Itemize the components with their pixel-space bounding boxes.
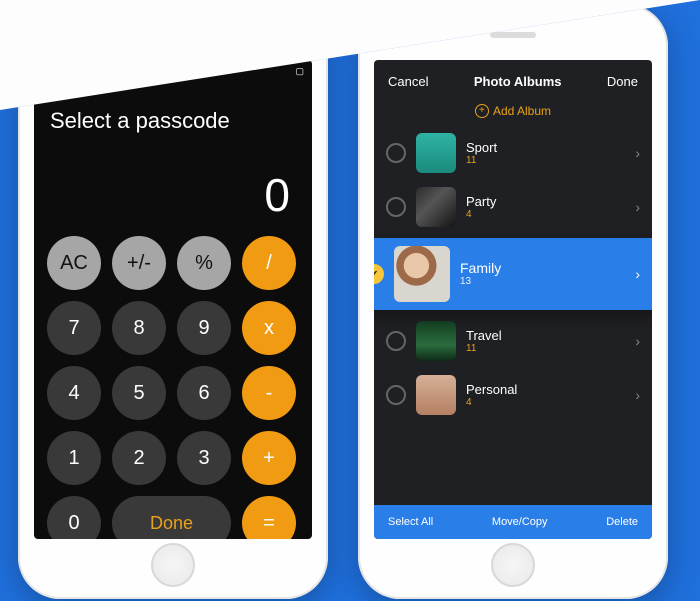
plus-icon: + bbox=[475, 104, 489, 118]
album-count: 4 bbox=[466, 209, 635, 221]
status-bar: Carrier ᯼ 10:29 AM ▢ bbox=[34, 60, 312, 80]
album-meta: Travel11 bbox=[466, 328, 635, 355]
select-all-button[interactable]: Select All bbox=[388, 516, 433, 528]
album-thumb bbox=[416, 321, 456, 361]
stage: Carrier ᯼ 10:29 AM ▢ Select a passcode 0… bbox=[0, 0, 700, 601]
select-radio[interactable] bbox=[374, 264, 384, 284]
home-button[interactable] bbox=[491, 543, 535, 587]
key-subtract[interactable]: - bbox=[242, 366, 296, 420]
key-ac[interactable]: AC bbox=[47, 236, 101, 290]
nav-title: Photo Albums bbox=[474, 74, 562, 89]
add-album-button[interactable]: + Add Album bbox=[374, 96, 652, 126]
key-1[interactable]: 1 bbox=[47, 431, 101, 485]
album-meta: Party4 bbox=[466, 194, 635, 221]
calculator-screen: Carrier ᯼ 10:29 AM ▢ Select a passcode 0… bbox=[34, 60, 312, 539]
album-row-party[interactable]: Party4› bbox=[374, 180, 652, 234]
key-done[interactable]: Done bbox=[112, 496, 231, 539]
key-multiply[interactable]: x bbox=[242, 301, 296, 355]
album-name: Family bbox=[460, 261, 635, 276]
album-meta: Sport11 bbox=[466, 140, 635, 167]
album-name: Sport bbox=[466, 140, 635, 155]
chevron-right-icon: › bbox=[635, 387, 640, 403]
status-carrier: Carrier ᯼ bbox=[42, 65, 82, 78]
key-2[interactable]: 2 bbox=[112, 431, 166, 485]
album-name: Personal bbox=[466, 382, 635, 397]
status-time: 10:29 AM bbox=[34, 66, 312, 76]
chevron-right-icon: › bbox=[635, 145, 640, 161]
album-count: 11 bbox=[466, 155, 635, 167]
key-5[interactable]: 5 bbox=[112, 366, 166, 420]
album-count: 4 bbox=[466, 397, 635, 409]
chevron-right-icon: › bbox=[635, 199, 640, 215]
album-list: Sport11›Party4›Family13›Travel11›Persona… bbox=[374, 126, 652, 505]
nav-done[interactable]: Done bbox=[607, 74, 638, 89]
albums-bottom-bar: Select All Move/Copy Delete bbox=[374, 505, 652, 539]
select-radio[interactable] bbox=[386, 331, 406, 351]
key-3[interactable]: 3 bbox=[177, 431, 231, 485]
select-radio[interactable] bbox=[386, 197, 406, 217]
album-name: Travel bbox=[466, 328, 635, 343]
key-percent[interactable]: % bbox=[177, 236, 231, 290]
album-count: 13 bbox=[460, 276, 635, 288]
album-row-family[interactable]: Family13› bbox=[374, 238, 652, 310]
key-6[interactable]: 6 bbox=[177, 366, 231, 420]
album-thumb bbox=[416, 375, 456, 415]
album-meta: Personal4 bbox=[466, 382, 635, 409]
key-9[interactable]: 9 bbox=[177, 301, 231, 355]
album-row-sport[interactable]: Sport11› bbox=[374, 126, 652, 180]
key-0[interactable]: 0 bbox=[47, 496, 101, 539]
select-radio[interactable] bbox=[386, 385, 406, 405]
album-thumb bbox=[416, 133, 456, 173]
keypad: AC +/- % / 7 8 9 x 4 5 6 - 1 2 3 + 0 Don… bbox=[34, 230, 312, 539]
key-add[interactable]: + bbox=[242, 431, 296, 485]
album-count: 11 bbox=[466, 343, 635, 355]
passcode-display: 0 bbox=[34, 138, 312, 230]
album-row-personal[interactable]: Personal4› bbox=[374, 368, 652, 422]
album-row-travel[interactable]: Travel11› bbox=[374, 314, 652, 368]
add-album-label: Add Album bbox=[493, 104, 551, 118]
key-7[interactable]: 7 bbox=[47, 301, 101, 355]
key-plusminus[interactable]: +/- bbox=[112, 236, 166, 290]
move-copy-button[interactable]: Move/Copy bbox=[492, 516, 548, 528]
key-divide[interactable]: / bbox=[242, 236, 296, 290]
key-8[interactable]: 8 bbox=[112, 301, 166, 355]
home-button[interactable] bbox=[151, 543, 195, 587]
album-thumb bbox=[394, 246, 450, 302]
select-radio[interactable] bbox=[386, 143, 406, 163]
phone-left: Carrier ᯼ 10:29 AM ▢ Select a passcode 0… bbox=[18, 4, 328, 599]
chevron-right-icon: › bbox=[635, 266, 640, 282]
speaker bbox=[150, 32, 196, 38]
album-thumb bbox=[416, 187, 456, 227]
album-meta: Family13 bbox=[460, 261, 635, 288]
phone-right: Cancel Photo Albums Done + Add Album Spo… bbox=[358, 4, 668, 599]
delete-button[interactable]: Delete bbox=[606, 516, 638, 528]
albums-screen: Cancel Photo Albums Done + Add Album Spo… bbox=[374, 60, 652, 539]
albums-nav: Cancel Photo Albums Done bbox=[374, 60, 652, 96]
key-equals[interactable]: = bbox=[242, 496, 296, 539]
chevron-right-icon: › bbox=[635, 333, 640, 349]
speaker bbox=[490, 32, 536, 38]
passcode-title: Select a passcode bbox=[34, 80, 312, 138]
nav-cancel[interactable]: Cancel bbox=[388, 74, 428, 89]
key-4[interactable]: 4 bbox=[47, 366, 101, 420]
album-name: Party bbox=[466, 194, 635, 209]
